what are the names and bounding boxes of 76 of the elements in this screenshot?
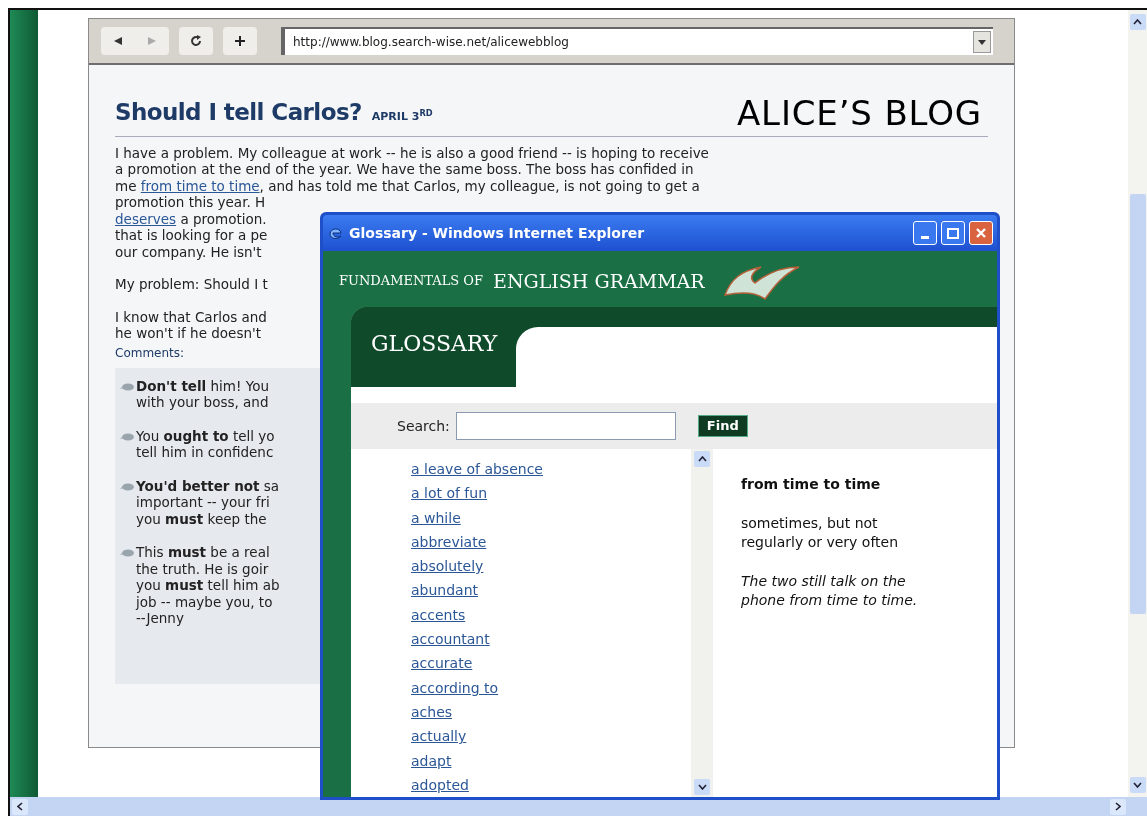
- caret-left-icon: [17, 802, 23, 811]
- maximize-icon: [947, 227, 959, 239]
- minimize-button[interactable]: [913, 221, 937, 245]
- glossary-term-link[interactable]: a lot of fun: [411, 481, 691, 506]
- minimize-icon: [921, 236, 929, 239]
- maximize-button[interactable]: [941, 221, 965, 245]
- speech-bubble-icon: [120, 382, 134, 391]
- glossary-term-link[interactable]: actually: [411, 724, 691, 749]
- post-title: Should I tell Carlos?: [115, 98, 362, 127]
- scroll-left-button[interactable]: [12, 798, 28, 815]
- text-line: I have a problem. My colleague at work -- he is also a good friend -- is hoping to receive: [115, 144, 709, 161]
- glossary-term-link[interactable]: a leave of absence: [411, 457, 691, 482]
- close-icon: [975, 227, 987, 239]
- text-link[interactable]: deserves: [115, 210, 177, 227]
- text-line: me from time to time, and has told me that Carlos, my colleague, is not going to get a: [115, 177, 700, 194]
- text-line: promotion this year. H: [115, 194, 266, 211]
- scroll-down-button[interactable]: [694, 779, 710, 795]
- comment-text: You ought to tell yo tell him in confidenc: [136, 427, 275, 461]
- glossary-term-link[interactable]: accents: [411, 602, 691, 628]
- scroll-up-button[interactable]: [1129, 14, 1146, 30]
- scroll-right-button[interactable]: [1110, 798, 1126, 815]
- scroll-down-button[interactable]: [1129, 777, 1146, 793]
- text-line: our company. He isn't: [115, 243, 262, 260]
- glossary-term-link[interactable]: abbreviate: [411, 529, 691, 555]
- definition-term: from time to time: [741, 475, 882, 494]
- scrollbar-thumb[interactable]: [1129, 193, 1146, 614]
- glossary-term-link[interactable]: a while: [411, 505, 691, 530]
- window-title: Glossary - Windows Internet Explorer: [349, 223, 646, 243]
- text-line: deserves a promotion.: [115, 210, 267, 227]
- caret-up-icon: [1133, 19, 1142, 25]
- address-dropdown-button[interactable]: [973, 31, 991, 53]
- search-label: Search:: [397, 416, 450, 436]
- new-tab-button[interactable]: [223, 27, 257, 55]
- brand-subtitle: FUNDAMENTALS OF: [339, 272, 484, 291]
- find-button[interactable]: Find: [697, 415, 748, 437]
- forward-arrow-icon: [147, 36, 157, 46]
- refresh-icon: [190, 35, 202, 47]
- close-button[interactable]: [969, 221, 993, 245]
- speech-bubble-icon: [120, 482, 134, 491]
- speech-bubble-icon: [120, 549, 134, 557]
- glossary-term-link[interactable]: absolutely: [411, 554, 691, 579]
- glossary-term-link[interactable]: aches: [411, 699, 691, 725]
- glossary-term-link[interactable]: adopted: [411, 772, 691, 797]
- search-field[interactable]: [455, 412, 676, 440]
- glossary-term-link[interactable]: abundant: [411, 578, 691, 603]
- glossary-term-link[interactable]: accurate: [411, 651, 691, 676]
- glossary-term-link[interactable]: according to: [411, 675, 691, 700]
- text-line: My problem: Should I t: [115, 276, 268, 293]
- text-line: I know that Carlos and: [115, 308, 267, 325]
- post-date: APRIL 3$^{RD}$: [371, 109, 433, 125]
- speech-bubble-icon: [120, 432, 134, 441]
- caret-down-icon: [697, 784, 707, 790]
- scroll-up-button[interactable]: [694, 451, 710, 467]
- glossary-term-link[interactable]: adapt: [411, 748, 691, 773]
- brand-title: ENGLISH GRAMMAR: [493, 268, 705, 294]
- blog-title: ALICE’S BLOG: [737, 95, 982, 130]
- text-line: that is looking for a pe: [115, 227, 268, 244]
- text-line: a promotion at the end of the year. We have the same boss. The boss has confided in: [115, 161, 694, 178]
- comment-text: Don't tell him! You with your boss, and: [136, 377, 269, 411]
- definition-text: sometimes, but not regularly or very often: [741, 514, 900, 552]
- caret-icon: [978, 39, 986, 45]
- plus-icon: [234, 35, 246, 47]
- back-button[interactable]: [101, 27, 135, 55]
- comment-text: This must be a real the truth. He is goir you must tell him ab job -- maybe you, to --Jenny: [136, 544, 280, 627]
- section-title: GLOSSARY: [371, 330, 498, 358]
- comment-text: You'd better not sa important -- your fri you must keep the: [136, 477, 280, 527]
- text-link[interactable]: from time to time: [140, 177, 260, 194]
- text-line: he won't if he doesn't: [115, 325, 261, 342]
- caret-down-icon: [1133, 782, 1142, 788]
- address-field[interactable]: http://www.blog.search-wise.net/alicewebblog: [281, 27, 993, 55]
- refresh-button[interactable]: [179, 27, 213, 55]
- caret-right-icon: [1115, 802, 1121, 811]
- back-arrow-icon: [113, 36, 123, 46]
- glossary-term-link[interactable]: accountant: [411, 627, 691, 652]
- example-sentence: The two still talk on the phone from time to time.: [741, 572, 919, 610]
- caret-up-icon: [697, 456, 707, 462]
